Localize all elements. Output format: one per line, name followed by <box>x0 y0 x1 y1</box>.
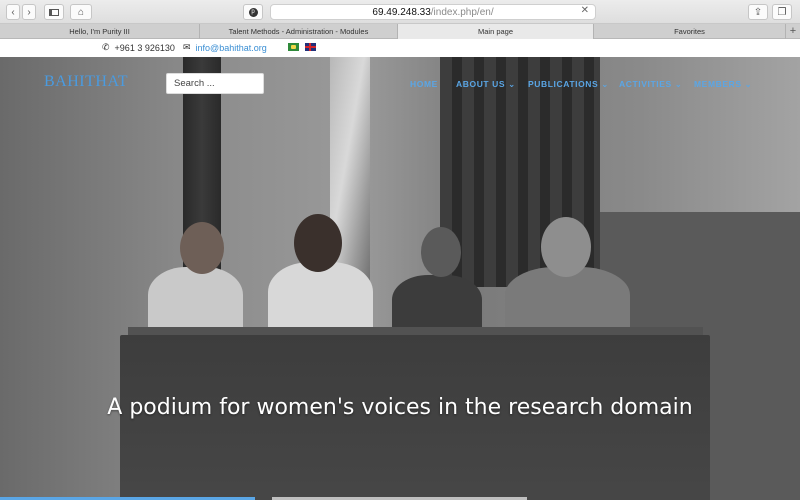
tab-label: Talent Methods - Administration - Module… <box>228 27 369 36</box>
tab-main-page[interactable]: Main page <box>398 24 594 39</box>
tabs-icon: ❐ <box>777 6 787 18</box>
sidebar-icon <box>49 8 59 16</box>
url-host: 69.49.248.33 <box>372 6 431 18</box>
nav-label: MEMBERS <box>694 79 742 89</box>
panelist-head <box>180 222 224 274</box>
email-link[interactable]: info@bahithat.org <box>196 43 267 53</box>
share-button[interactable]: ⇪ <box>748 4 768 20</box>
url-bar[interactable]: 69.49.248.33/index.php/en/ ✕ <box>270 4 596 20</box>
panelist-head <box>541 217 591 277</box>
hero-banner: BAHITHAT Search ... HOME ABOUT US ⌄ PUBL… <box>0 57 800 500</box>
nav-label: PUBLICATIONS <box>528 79 599 89</box>
hero-caption: A podium for women's voices in the resea… <box>107 395 693 420</box>
pinterest-icon: p <box>248 7 258 17</box>
chevron-down-icon: ⌄ <box>744 79 753 89</box>
home-icon: ⌂ <box>77 6 85 18</box>
tab-label: Hello, I'm Purity III <box>69 27 130 36</box>
contact-bar: ✆ +961 3 926130 ✉ info@bahithat.org <box>0 39 800 57</box>
tab-label: Favorites <box>674 27 705 36</box>
forward-button[interactable]: › <box>22 4 36 20</box>
envelope-icon: ✉ <box>183 42 191 52</box>
nav-label: ABOUT US <box>456 79 506 89</box>
phone-item: ✆ +961 3 926130 <box>102 42 175 53</box>
tab-talent-methods[interactable]: Talent Methods - Administration - Module… <box>200 24 398 39</box>
chevron-down-icon: ⌄ <box>508 79 516 89</box>
nav-item-activities[interactable]: ACTIVITIES ⌄ <box>619 79 682 90</box>
email-item: ✉ info@bahithat.org <box>183 42 267 53</box>
new-tab-button[interactable]: + <box>786 24 800 38</box>
tab-favorites[interactable]: Favorites <box>594 24 786 39</box>
tab-label: Main page <box>477 27 514 36</box>
url-path: /index.php/en/ <box>430 6 494 18</box>
pinterest-button[interactable]: p <box>243 4 263 20</box>
arabic-flag-icon[interactable] <box>288 43 299 51</box>
phone-number: +961 3 926130 <box>114 42 175 53</box>
back-button[interactable]: ‹ <box>6 4 20 20</box>
share-icon: ⇪ <box>753 6 763 18</box>
tab-strip: Hello, I'm Purity III Talent Methods - A… <box>0 24 800 39</box>
home-button[interactable]: ⌂ <box>70 4 92 20</box>
chevron-down-icon: ⌄ <box>601 79 610 89</box>
site-header: BAHITHAT Search ... HOME ABOUT US ⌄ PUBL… <box>0 57 800 111</box>
sidebar-toggle-button[interactable] <box>44 4 64 20</box>
nav-item-about-us[interactable]: ABOUT US ⌄ <box>456 79 516 90</box>
nav-item-home[interactable]: HOME <box>410 79 438 89</box>
tab-purity[interactable]: Hello, I'm Purity III <box>0 24 200 39</box>
nav-label: HOME <box>410 79 438 89</box>
nav-item-publications[interactable]: PUBLICATIONS ⌄ <box>528 79 609 90</box>
close-icon[interactable]: ✕ <box>581 5 589 16</box>
panelist-figure <box>268 262 373 337</box>
phone-icon: ✆ <box>102 42 110 52</box>
site-logo[interactable]: BAHITHAT <box>44 73 128 91</box>
plus-icon: + <box>789 25 797 37</box>
english-flag-icon[interactable] <box>305 43 316 51</box>
browser-toolbar: ‹ › ⌂ p 69.49.248.33/index.php/en/ ✕ ⇪ ❐ <box>0 0 800 24</box>
tabs-overview-button[interactable]: ❐ <box>772 4 792 20</box>
chevron-down-icon: ⌄ <box>674 79 683 89</box>
panelist-head <box>421 227 461 277</box>
nav-item-members[interactable]: MEMBERS ⌄ <box>694 79 752 90</box>
nav-label: ACTIVITIES <box>619 79 672 89</box>
search-input[interactable]: Search ... <box>166 73 264 94</box>
panelist-head <box>294 214 342 272</box>
